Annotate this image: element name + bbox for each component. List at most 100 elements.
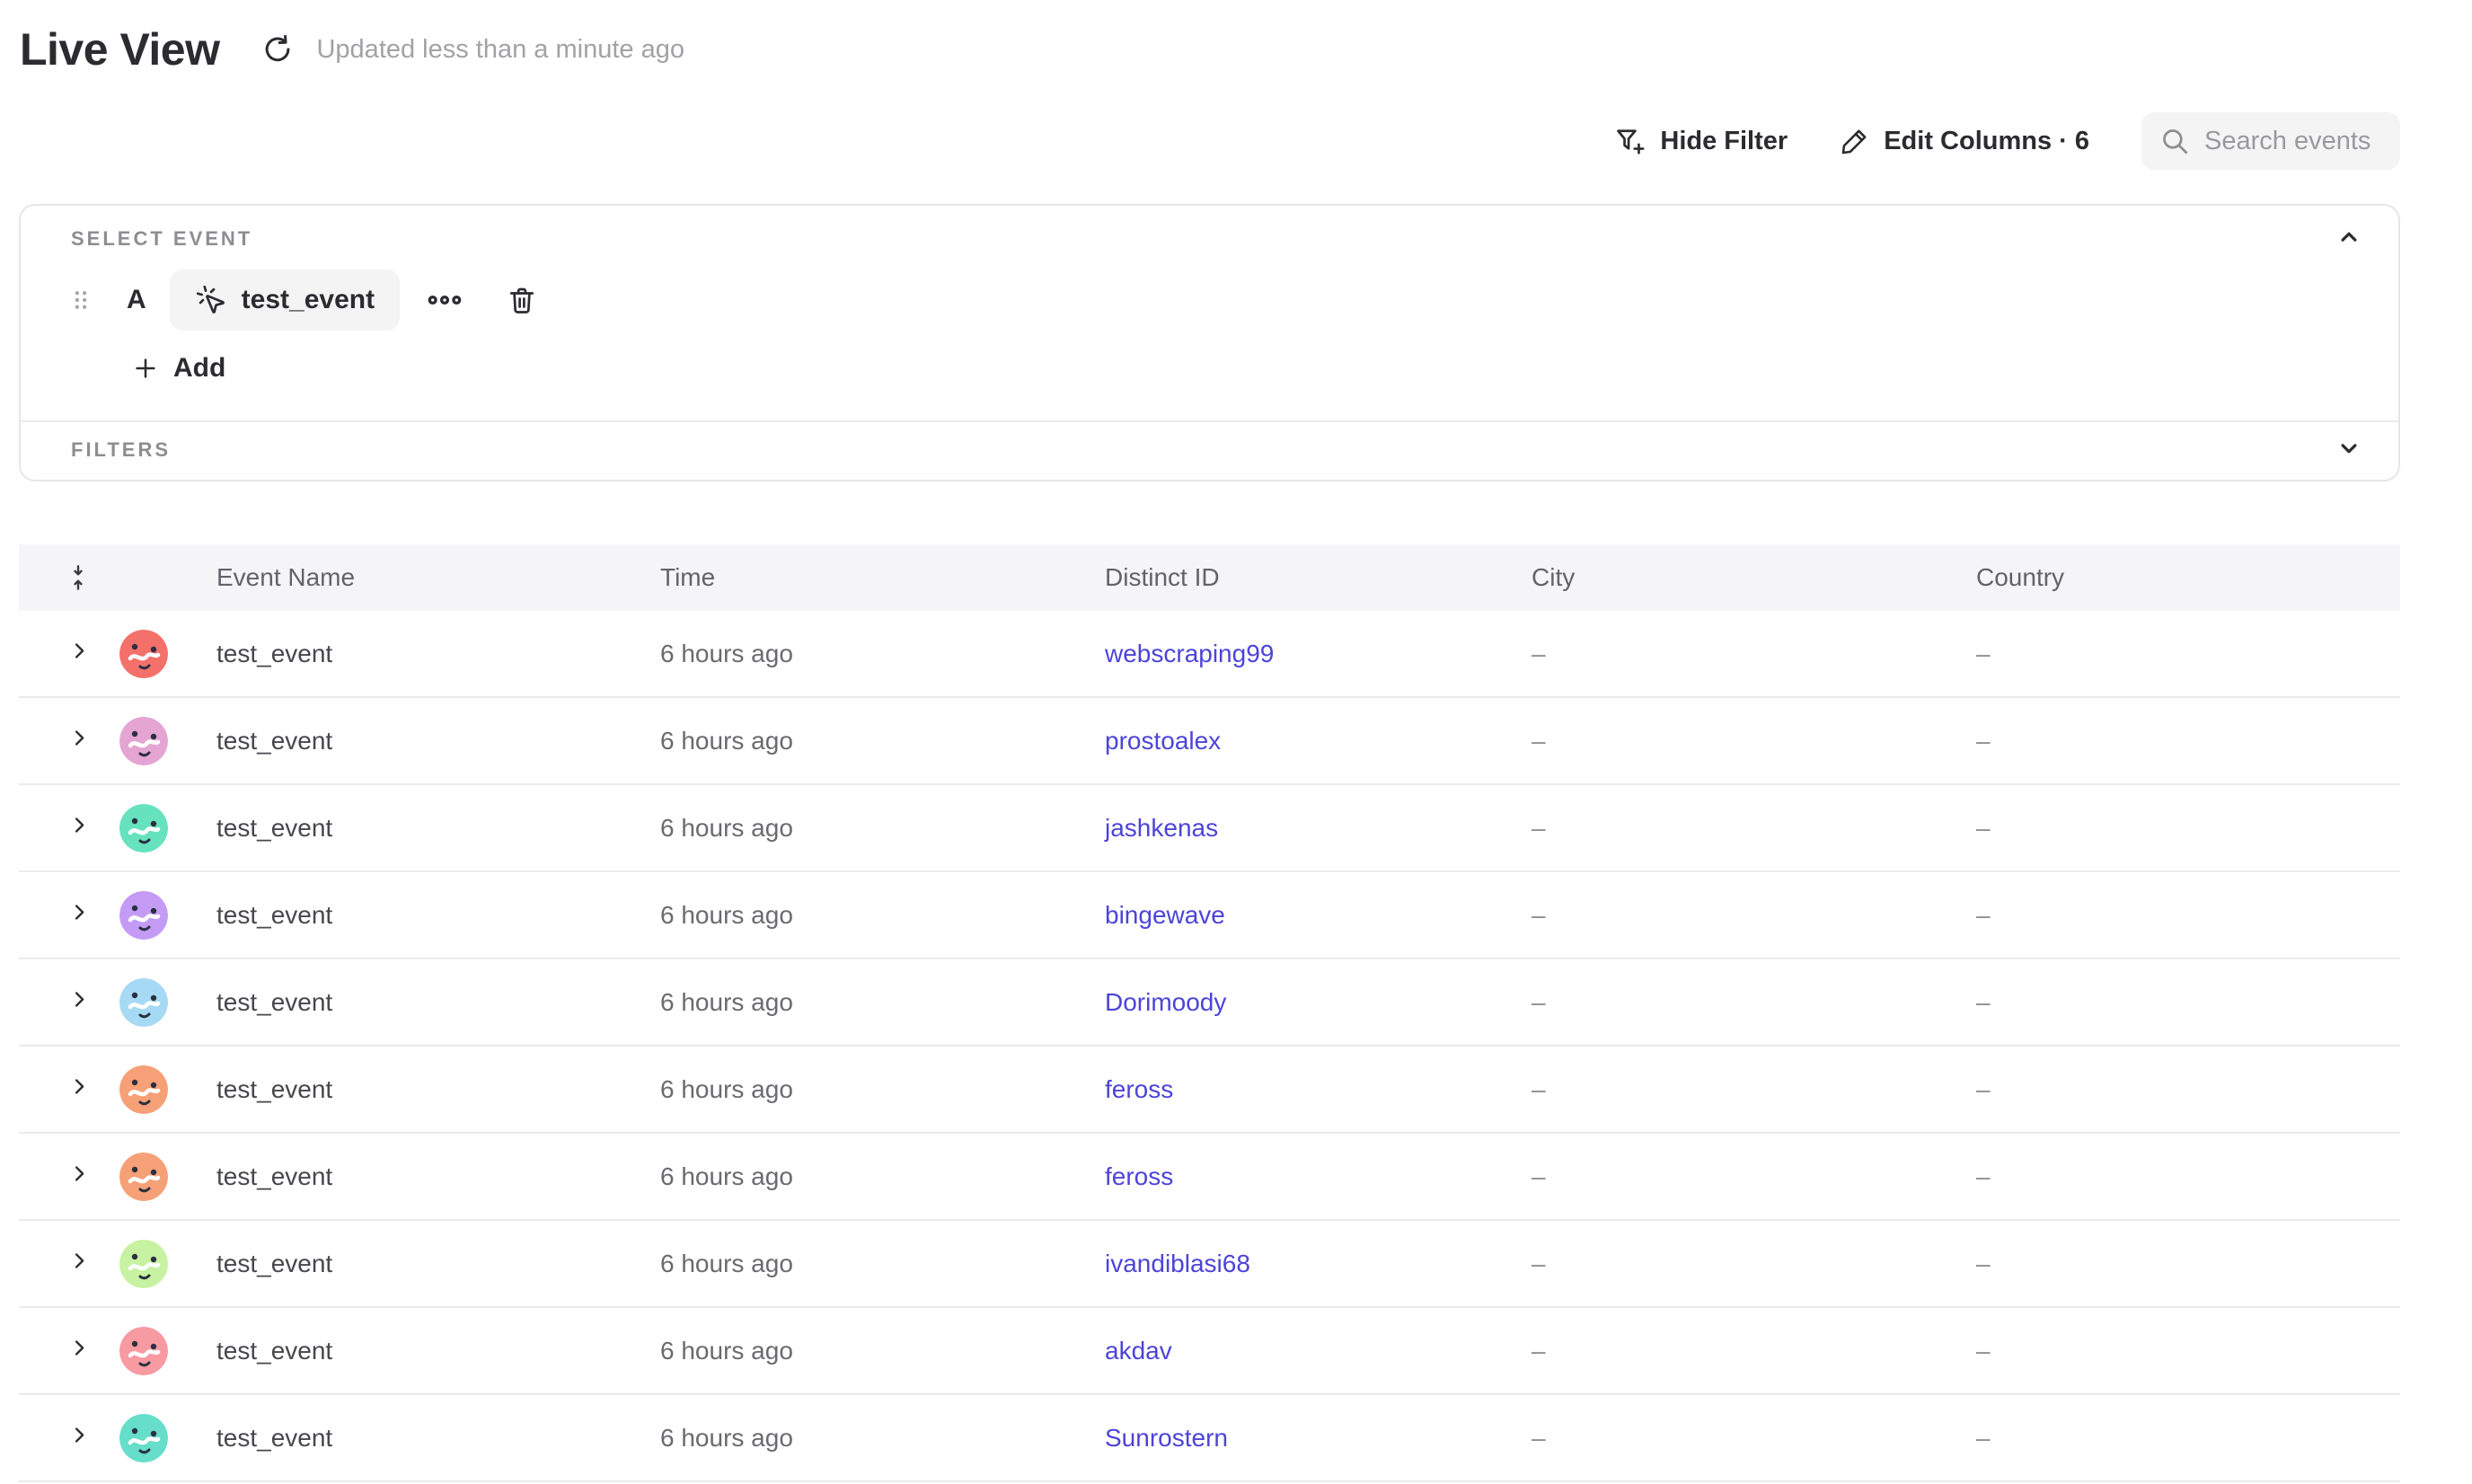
expand-row-button[interactable]	[67, 726, 92, 750]
drag-handle-icon[interactable]	[67, 287, 94, 314]
page-title: Live View	[20, 23, 219, 75]
live-view-page: Live View Updated less than a minute ago…	[0, 0, 2472, 1484]
distinct-id-link[interactable]: ivandiblasi68	[1105, 1250, 1250, 1277]
event-name-cell: test_event	[216, 1424, 660, 1453]
column-header-city[interactable]: City	[1532, 563, 1976, 592]
user-avatar	[119, 891, 168, 940]
table-row[interactable]: test_event 6 hours ago akdav – –	[19, 1308, 2400, 1395]
event-name-cell: test_event	[216, 814, 660, 843]
expand-row-button[interactable]	[67, 1074, 92, 1099]
expand-row-button[interactable]	[67, 1336, 92, 1360]
expand-row-button[interactable]	[67, 987, 92, 1011]
city-cell: –	[1532, 1424, 1976, 1453]
city-cell: –	[1532, 901, 1976, 930]
country-cell: –	[1976, 640, 2400, 668]
event-selector-chip[interactable]: test_event	[170, 269, 400, 331]
event-name-cell: test_event	[216, 640, 660, 668]
country-cell: –	[1976, 1337, 2400, 1365]
distinct-id-link[interactable]: webscraping99	[1105, 640, 1274, 667]
expand-row-button[interactable]	[67, 639, 92, 663]
user-avatar	[119, 1065, 168, 1114]
collapse-all-button[interactable]	[19, 563, 100, 592]
event-options-button[interactable]	[425, 286, 464, 314]
chevron-right-icon	[67, 726, 92, 750]
column-header-country[interactable]: Country	[1976, 563, 2400, 592]
country-cell: –	[1976, 1075, 2400, 1104]
page-header: Live View Updated less than a minute ago	[20, 23, 684, 75]
funnel-plus-icon	[1614, 125, 1647, 157]
table-row[interactable]: test_event 6 hours ago webscraping99 – –	[19, 611, 2400, 698]
chevron-right-icon	[67, 1249, 92, 1273]
expand-row-button[interactable]	[67, 1249, 92, 1273]
chevron-right-icon	[67, 813, 92, 837]
country-cell: –	[1976, 988, 2400, 1017]
table-row[interactable]: test_event 6 hours ago bingewave – –	[19, 872, 2400, 959]
user-avatar	[119, 1327, 168, 1375]
expand-filters-button[interactable]	[2332, 431, 2366, 465]
event-name-cell: test_event	[216, 1337, 660, 1365]
edit-columns-label: Edit Columns · 6	[1884, 127, 2089, 156]
table-row[interactable]: test_event 6 hours ago feross – –	[19, 1134, 2400, 1221]
distinct-id-link[interactable]: Sunrostern	[1105, 1424, 1228, 1452]
chevron-right-icon	[67, 1423, 92, 1447]
table-row[interactable]: test_event 6 hours ago jashkenas – –	[19, 785, 2400, 872]
table-body: test_event 6 hours ago webscraping99 – –	[19, 611, 2400, 1482]
column-header-distinct-id[interactable]: Distinct ID	[1105, 563, 1532, 592]
expand-row-button[interactable]	[67, 1423, 92, 1447]
user-avatar	[119, 1240, 168, 1288]
event-time-cell: 6 hours ago	[660, 1162, 1105, 1191]
event-time-cell: 6 hours ago	[660, 1337, 1105, 1365]
query-panel: SELECT EVENT A	[19, 204, 2400, 481]
expand-row-button[interactable]	[67, 1162, 92, 1186]
distinct-id-link[interactable]: Dorimoody	[1105, 988, 1226, 1016]
event-time-cell: 6 hours ago	[660, 988, 1105, 1017]
refresh-icon	[260, 32, 295, 66]
user-avatar	[119, 978, 168, 1027]
chevron-right-icon	[67, 1336, 92, 1360]
cursor-click-icon	[195, 284, 227, 316]
table-row[interactable]: test_event 6 hours ago prostoalex – –	[19, 698, 2400, 785]
delete-event-button[interactable]	[504, 282, 540, 318]
city-cell: –	[1532, 1250, 1976, 1278]
user-avatar	[119, 717, 168, 765]
distinct-id-link[interactable]: feross	[1105, 1075, 1173, 1103]
event-name-cell: test_event	[216, 727, 660, 755]
hide-filter-label: Hide Filter	[1660, 127, 1788, 156]
distinct-id-link[interactable]: bingewave	[1105, 901, 1225, 929]
city-cell: –	[1532, 814, 1976, 843]
add-label: Add	[173, 353, 225, 384]
chevron-up-icon	[2335, 224, 2362, 251]
collapse-section-button[interactable]	[2332, 220, 2366, 254]
table-row[interactable]: test_event 6 hours ago Dorimoody – –	[19, 959, 2400, 1047]
search-box[interactable]	[2141, 112, 2400, 170]
edit-columns-button[interactable]: Edit Columns · 6	[1840, 126, 2089, 156]
distinct-id-link[interactable]: feross	[1105, 1162, 1173, 1190]
toolbar: Hide Filter Edit Columns · 6	[1614, 111, 2400, 171]
add-event-button[interactable]: Add	[132, 344, 225, 393]
user-avatar	[119, 630, 168, 678]
trash-icon	[506, 284, 538, 316]
table-row[interactable]: test_event 6 hours ago Sunrostern – –	[19, 1395, 2400, 1482]
distinct-id-link[interactable]: jashkenas	[1105, 814, 1218, 842]
table-row[interactable]: test_event 6 hours ago feross – –	[19, 1047, 2400, 1134]
refresh-button[interactable]	[260, 32, 295, 66]
filters-section: FILTERS	[21, 422, 2398, 478]
select-event-section: SELECT EVENT A	[21, 206, 2398, 422]
expand-row-button[interactable]	[67, 900, 92, 924]
chevron-right-icon	[67, 639, 92, 663]
chevron-down-icon	[2335, 435, 2362, 462]
search-input[interactable]	[2204, 127, 2382, 156]
event-time-cell: 6 hours ago	[660, 1075, 1105, 1104]
country-cell: –	[1976, 1424, 2400, 1453]
column-header-event-name[interactable]: Event Name	[216, 563, 660, 592]
city-cell: –	[1532, 1162, 1976, 1191]
expand-row-button[interactable]	[67, 813, 92, 837]
event-time-cell: 6 hours ago	[660, 1424, 1105, 1453]
distinct-id-link[interactable]: prostoalex	[1105, 727, 1221, 755]
distinct-id-link[interactable]: akdav	[1105, 1337, 1172, 1365]
table-row[interactable]: test_event 6 hours ago ivandiblasi68 – –	[19, 1221, 2400, 1308]
column-header-time[interactable]: Time	[660, 563, 1105, 592]
events-table: Event Name Time Distinct ID City Country	[19, 544, 2400, 1482]
selected-event-name: test_event	[242, 285, 375, 315]
hide-filter-button[interactable]: Hide Filter	[1614, 125, 1788, 157]
